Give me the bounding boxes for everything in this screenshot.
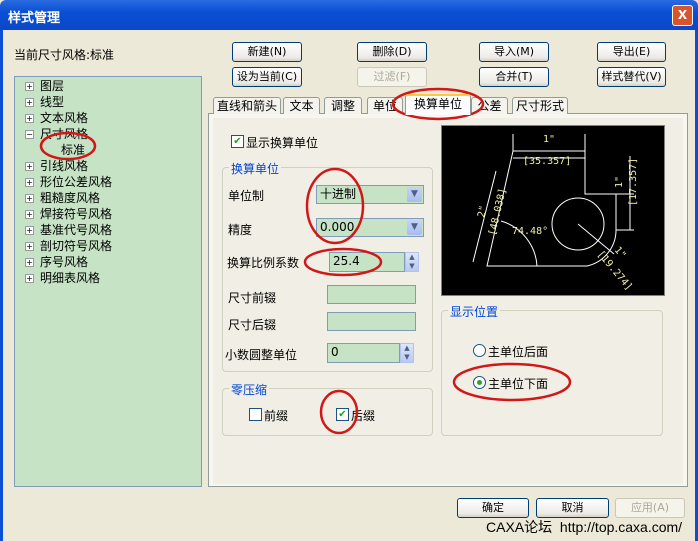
annotation-ellipse [319, 389, 359, 435]
annotation-ellipse [39, 131, 97, 161]
annotation-ellipse [305, 167, 365, 245]
annotation-ellipse [303, 247, 383, 277]
annotation-overlay [39, 87, 572, 435]
tab-alt-units[interactable]: 换算单位 [405, 94, 471, 115]
annotation-ellipse [452, 362, 572, 402]
